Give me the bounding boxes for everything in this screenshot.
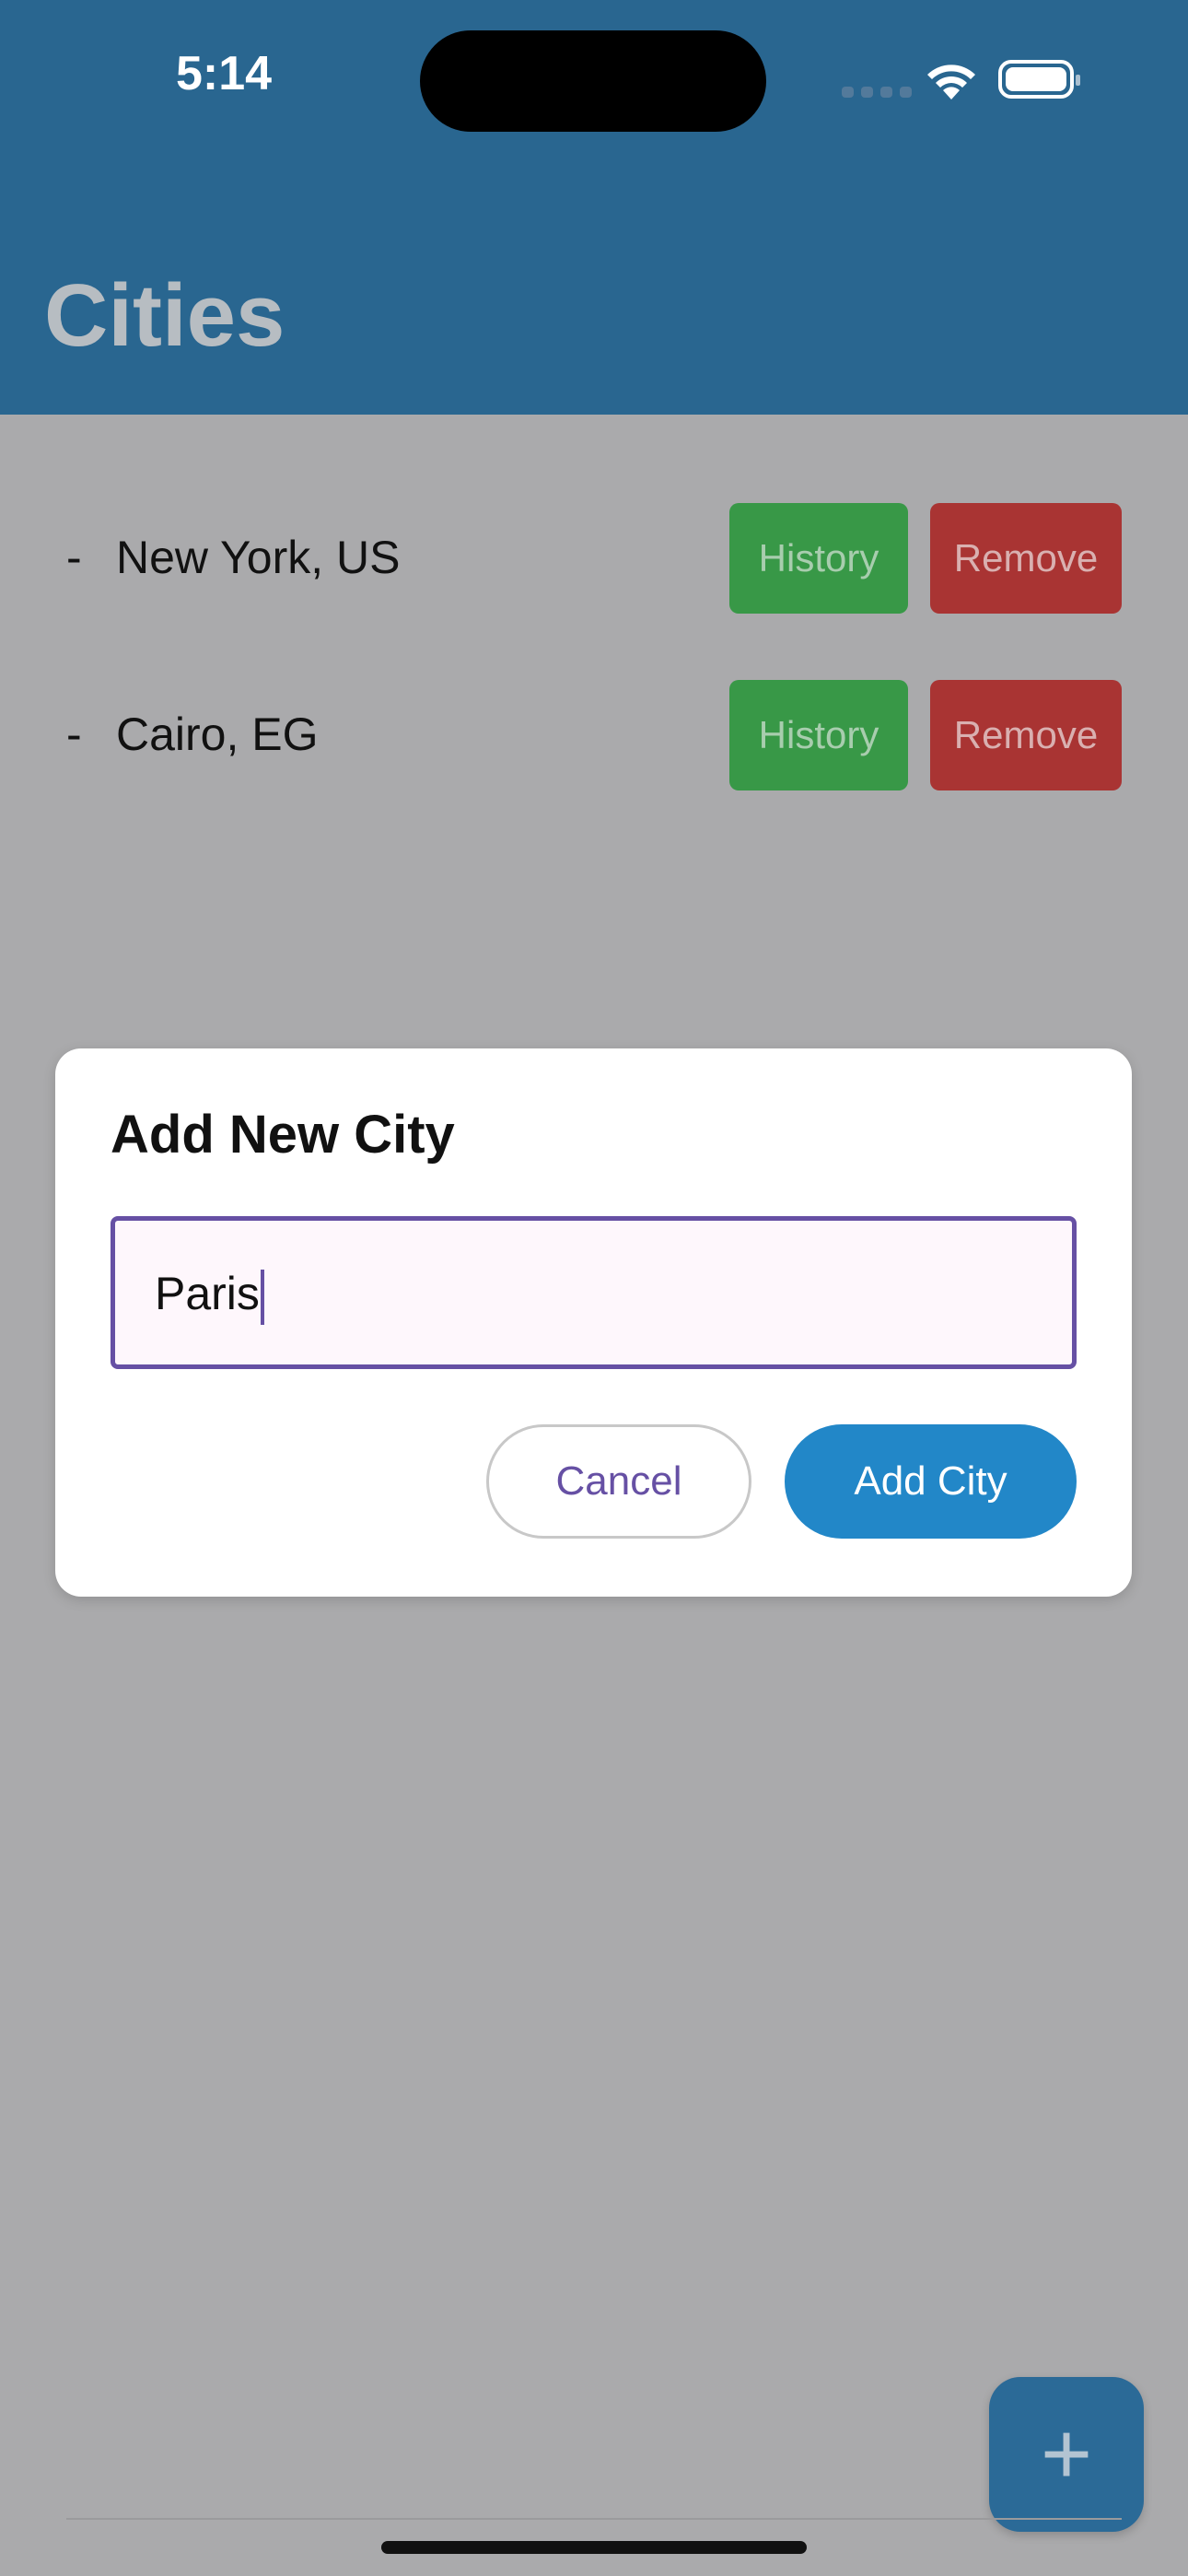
dialog-title: Add New City: [111, 1105, 455, 1165]
bottom-divider: [66, 2518, 1122, 2520]
home-indicator[interactable]: [381, 2541, 807, 2554]
wifi-icon: [927, 64, 975, 100]
dynamic-island: [420, 30, 766, 132]
plus-icon: +: [1040, 2405, 1093, 2503]
list-bullet: -: [66, 708, 82, 760]
battery-icon: [998, 60, 1080, 99]
city-row-cairo: - Cairo, EG History Remove: [0, 680, 1188, 790]
city-name: New York, US: [116, 532, 401, 583]
list-bullet: -: [66, 532, 82, 583]
remove-button[interactable]: Remove: [930, 680, 1122, 790]
text-caret: [260, 1269, 264, 1325]
remove-button[interactable]: Remove: [930, 503, 1122, 614]
city-name-input[interactable]: Paris: [111, 1216, 1077, 1369]
page-title: Cities: [44, 266, 285, 365]
input-value: Paris: [155, 1268, 260, 1319]
history-button[interactable]: History: [729, 680, 908, 790]
app-header: 5:14 Cities: [0, 0, 1188, 415]
status-time: 5:14: [175, 47, 273, 100]
add-city-button[interactable]: Add City: [785, 1424, 1077, 1539]
city-name: Cairo, EG: [116, 708, 319, 760]
add-city-dialog: Add New City Paris Cancel Add City: [55, 1048, 1132, 1597]
cellular-signal-icon: [842, 87, 912, 98]
add-fab-button[interactable]: +: [989, 2377, 1144, 2532]
cancel-button[interactable]: Cancel: [486, 1424, 751, 1539]
city-row-new-york: - New York, US History Remove: [0, 503, 1188, 614]
history-button[interactable]: History: [729, 503, 908, 614]
